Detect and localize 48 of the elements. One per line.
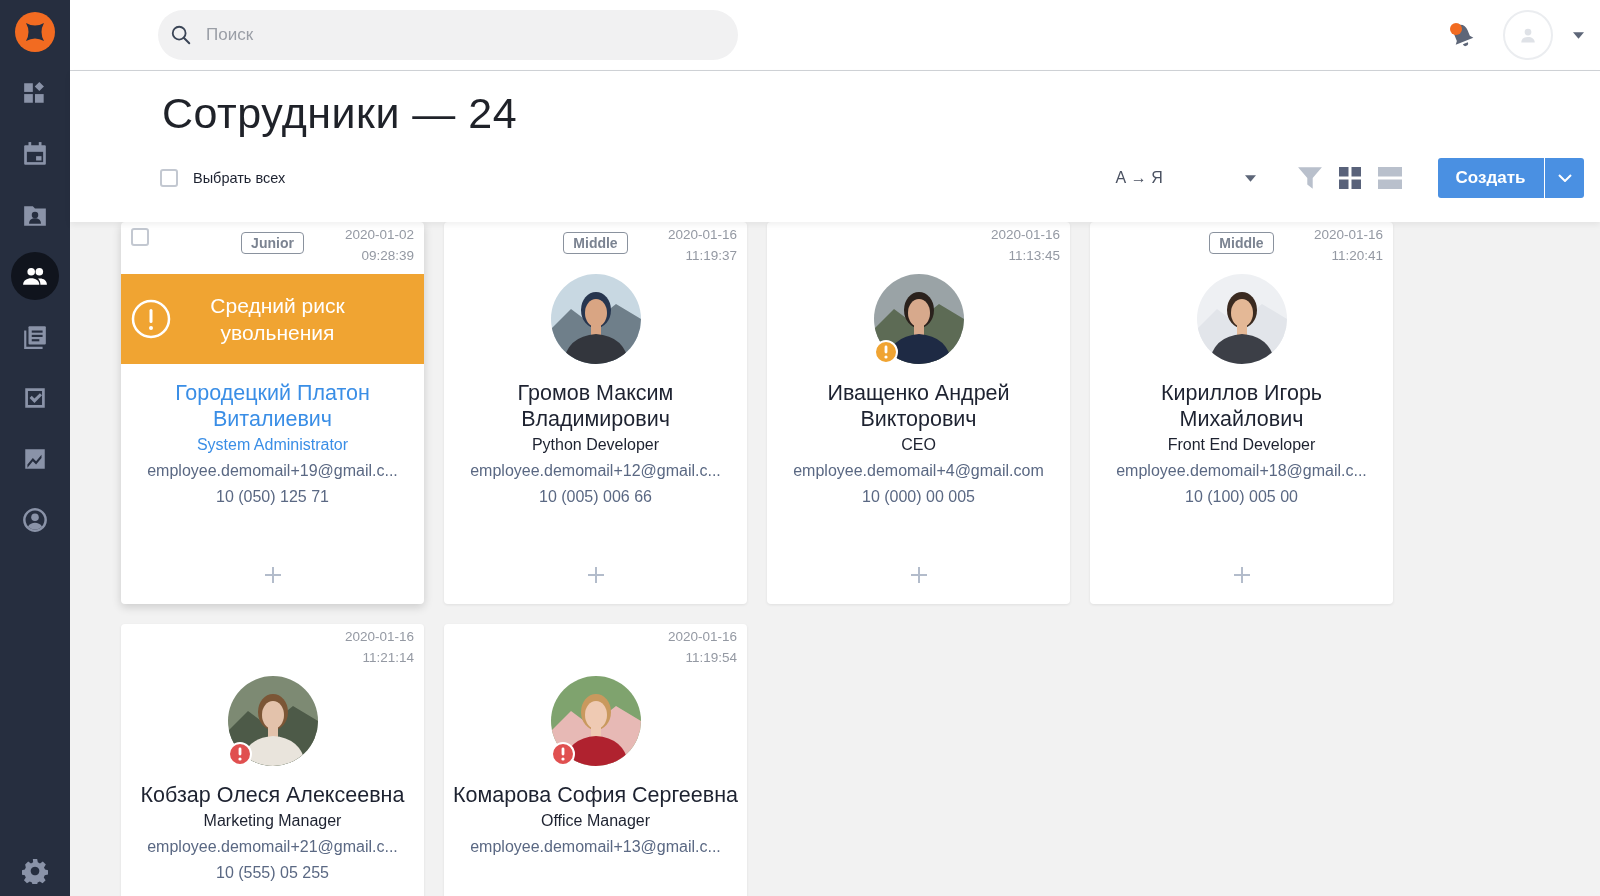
select-all-label: Выбрать всех: [193, 170, 286, 186]
job-title: Front End Developer: [1167, 435, 1316, 455]
risk-label: Средний риск увольнения: [209, 293, 346, 346]
created-date: 2020-01-16: [1313, 226, 1383, 243]
employee-card[interactable]: 2020-01-16 11:19:54 Комарова София Сергеевна Office Manager employee.demomail+13@gmail.c...: [444, 624, 747, 896]
created-date: 2020-01-16: [344, 628, 414, 645]
employee-card[interactable]: Junior 2020-01-02 09:28:39 Средний риск увольнения Городецкий Платон Виталиевич System Administrator employee.demomail+19@gmail.c... 10 (050) 125 71: [121, 222, 424, 604]
email-text: employee.demomail+18@gmail.c...: [1116, 461, 1367, 481]
job-title: CEO: [901, 435, 936, 455]
created-date: 2020-01-16: [667, 628, 737, 645]
created-time: 11:19:54: [685, 649, 737, 666]
created-date: 2020-01-16: [990, 226, 1060, 243]
email-text: employee.demomail+13@gmail.c...: [470, 837, 721, 857]
page-title: Сотрудники — 24: [162, 89, 519, 138]
created-time: 11:20:41: [1331, 247, 1383, 264]
created-date: 2020-01-02: [344, 226, 414, 243]
job-title: System Administrator: [196, 435, 349, 455]
employee-card[interactable]: Middle 2020-01-16 11:19:37 Громов Максим Владимирович Python Developer employee.demomail+12@gmail.c... 10 (005) 006 66: [444, 222, 747, 604]
created-time: 11:19:37: [685, 247, 737, 264]
created-date: 2020-01-16: [667, 226, 737, 243]
phone-text: 10 (100) 005 00: [1185, 487, 1298, 507]
email-text: employee.demomail+12@gmail.c...: [470, 461, 721, 481]
level-tag: Junior: [241, 232, 304, 254]
job-title: Marketing Manager: [203, 811, 342, 831]
level-tag: Middle: [1209, 232, 1274, 254]
email-text: employee.demomail+19@gmail.c...: [147, 461, 398, 481]
sort-dropdown[interactable]: А → Я: [1115, 169, 1256, 187]
employee-name: Кириллов Игорь Михайлович: [1159, 380, 1324, 432]
created-time: 11:21:14: [362, 649, 414, 666]
employee-card[interactable]: Middle 2020-01-16 11:20:41 Кириллов Игорь Михайлович Front End Developer employee.demomail+18@gmail.c... 10 (100) 005 00: [1090, 222, 1393, 604]
employee-name: Громов Максим Владимирович: [516, 380, 675, 432]
employee-name: Кобзар Олеся Алексеевна: [139, 782, 406, 808]
job-title: Python Developer: [531, 435, 660, 455]
job-title: Office Manager: [540, 811, 651, 831]
phone-text: 10 (050) 125 71: [216, 487, 329, 507]
employee-name: Комарова София Сергеевна: [452, 782, 739, 808]
search-field[interactable]: Поиск: [158, 10, 738, 60]
email-text: employee.demomail+4@gmail.com: [793, 461, 1044, 481]
employee-card[interactable]: 2020-01-16 11:21:14 Кобзар Олеся Алексеевна Marketing Manager employee.demomail+21@gmail.c... 10 (555) 05 255: [121, 624, 424, 896]
level-tag: Middle: [563, 232, 628, 254]
phone-text: 10 (555) 05 255: [216, 863, 329, 883]
email-text: employee.demomail+21@gmail.c...: [147, 837, 398, 857]
employee-card[interactable]: 2020-01-16 11:13:45 Иващенко Андрей Викторович CEO employee.demomail+4@gmail.com 10 (000) 00 005: [767, 222, 1070, 604]
employee-name: Иващенко Андрей Викторович: [826, 380, 1011, 432]
created-time: 09:28:39: [361, 247, 414, 264]
phone-text: 10 (000) 00 005: [862, 487, 975, 507]
phone-text: 10 (005) 006 66: [539, 487, 652, 507]
created-time: 11:13:45: [1008, 247, 1060, 264]
